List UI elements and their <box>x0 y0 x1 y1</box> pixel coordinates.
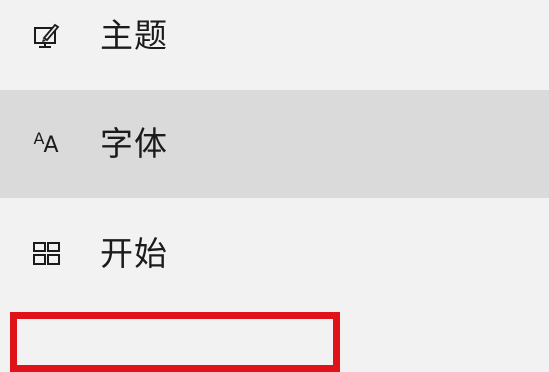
nav-item-fonts[interactable]: AA 字体 <box>0 90 549 198</box>
nav-item-label: 开始 <box>100 234 168 273</box>
theme-brush-icon <box>26 16 66 56</box>
highlight-annotation-box <box>10 312 340 372</box>
font-icon-large-letter: A <box>43 133 59 158</box>
nav-item-label: 字体 <box>100 124 168 163</box>
start-grid-icon <box>26 234 66 274</box>
settings-nav-list: 主题 AA 字体 开始 <box>0 0 549 372</box>
nav-item-start[interactable]: 开始 <box>0 200 549 308</box>
nav-item-label: 主题 <box>100 16 168 55</box>
font-icon: AA <box>26 124 66 164</box>
nav-item-theme[interactable]: 主题 <box>0 0 549 90</box>
